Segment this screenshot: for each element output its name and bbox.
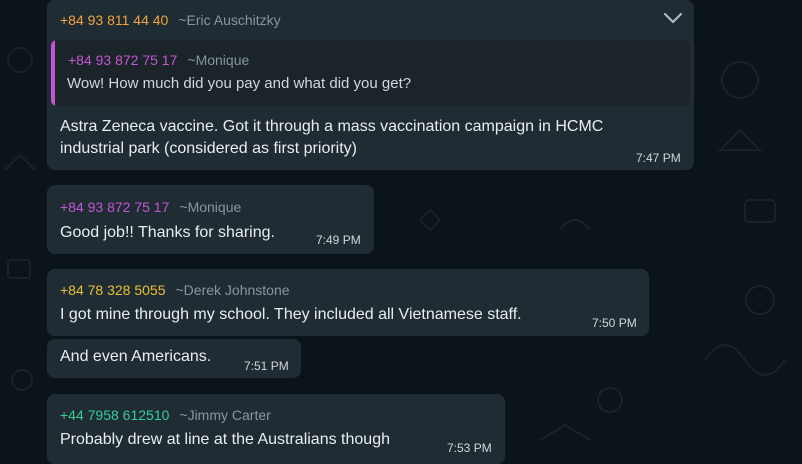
sender-phone[interactable]: +84 93 872 75 17 [60, 199, 169, 215]
quote-accent-bar [51, 40, 55, 106]
message-text: And even Americans. [60, 348, 212, 365]
sender-name: ~Eric Auschitzky [178, 12, 281, 28]
message-time: 7:51 PM [244, 359, 289, 373]
sender-name: ~Jimmy Carter [179, 407, 271, 423]
message-text-line-2: industrial park (considered as first pri… [60, 140, 357, 157]
message-text-line-1: Astra Zeneca vaccine. Got it through a m… [60, 118, 604, 135]
message-text: Good job!! Thanks for sharing. [60, 224, 275, 241]
message-text: Probably drew at line at the Australians… [60, 431, 390, 448]
message-bubble-jimmy[interactable]: +44 7958 612510 ~Jimmy Carter Probably dr… [47, 394, 505, 464]
message-bubble-continuation[interactable]: And even Americans. 7:51 PM [47, 339, 301, 378]
sender-phone[interactable]: +44 7958 612510 [60, 407, 169, 423]
message-bubble-monique[interactable]: +84 93 872 75 17 ~Monique Good job!! Than… [47, 185, 374, 254]
chevron-down-icon[interactable] [663, 11, 683, 25]
message-time: 7:47 PM [636, 151, 681, 165]
message-time: 7:49 PM [316, 233, 361, 247]
sender-phone[interactable]: +84 93 811 44 40 [60, 12, 168, 28]
sender-label[interactable]: +44 7958 612510 ~Jimmy Carter [60, 407, 271, 423]
sender-name: ~Monique [179, 199, 242, 215]
message-text: I got mine through my school. They inclu… [60, 306, 522, 323]
quoted-sender-phone: +84 93 872 75 17 [68, 52, 178, 68]
message-time: 7:53 PM [447, 441, 492, 455]
message-bubble-eric[interactable]: +84 93 811 44 40 ~Eric Auschitzky +84 93 … [47, 0, 694, 170]
message-time: 7:50 PM [592, 316, 637, 330]
sender-label[interactable]: +84 93 872 75 17 ~Monique [60, 199, 241, 215]
sender-phone[interactable]: +84 78 328 5055 [60, 282, 166, 298]
message-bubble-derek[interactable]: +84 78 328 5055 ~Derek Johnstone I got mi… [47, 269, 649, 336]
sender-label[interactable]: +84 93 811 44 40 ~Eric Auschitzky [60, 12, 281, 28]
sender-name: ~Derek Johnstone [175, 282, 290, 298]
sender-label[interactable]: +84 78 328 5055 ~Derek Johnstone [60, 282, 290, 298]
quoted-text: Wow! How much did you pay and what did y… [67, 75, 412, 92]
quoted-message[interactable]: +84 93 872 75 17 ~Monique Wow! How much d… [51, 40, 690, 106]
quoted-sender: +84 93 872 75 17 ~Monique [68, 52, 249, 68]
quoted-sender-name: ~Monique [187, 52, 250, 68]
